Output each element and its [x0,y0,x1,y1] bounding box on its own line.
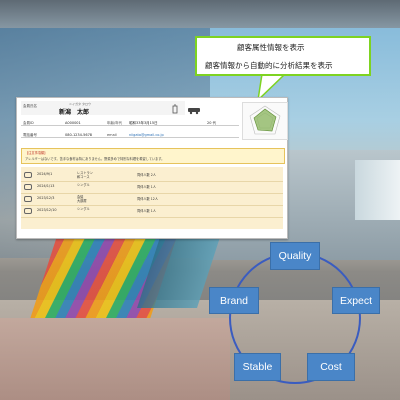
radar-chart [242,102,288,140]
notes-box: 【注意事項欄】 アレルギーはないです。苦手な食材は特にありません。野菜多めで特別… [21,148,285,164]
history-row[interactable]: 2023/12/3 会議 大部屋 同伴人数 12人 [21,194,283,206]
node-quality: Quality [270,242,320,270]
radar-area [253,108,277,132]
history-row[interactable]: 2024/9/1 レストラン 和コース 同伴人数 2人 [21,170,283,182]
history-plan: 会議 大部屋 [77,195,87,203]
profile-icons [172,104,200,115]
restaurant-icon [172,104,178,114]
history-date: 2024/1/13 [37,184,55,188]
shelter-floor [0,318,230,400]
node-brand: Brand [209,287,259,314]
member-id-value: A000001 [65,121,81,125]
birthdate-value: 昭和33年3月15日 [129,121,158,125]
history-date: 2023/12/3 [37,196,55,200]
callout-line-2: 顧客情報から自動的に分析結果を表示 [205,61,333,70]
history-plan: シングル [77,183,90,187]
email-value[interactable]: niigata@gmail.co.jp [129,133,164,137]
phone-value: 080-1234-5678 [65,133,93,137]
phone-label: 電話番号 [23,133,37,137]
history-count: 同伴人数 12人 [137,197,159,201]
history-count: 同伴人数 1人 [137,185,156,189]
history-row[interactable]: 2024/1/13 シングル 同伴人数 1人 [21,182,283,194]
bed-icon [24,184,32,190]
name-kana: ニイガタ タロウ [69,102,91,106]
shelter-roof [0,0,400,28]
name-row [21,101,185,115]
age-value: 20 代 [207,121,217,125]
visit-history: 2024/9/1 レストラン 和コース 同伴人数 2人 2024/1/13 シン… [21,167,283,229]
bus [355,160,400,220]
customer-name: 新潟 太郎 [59,109,90,116]
node-expect: Expect [332,287,380,314]
node-stable: Stable [234,353,281,381]
bed-icon [24,208,32,214]
history-plan: シングル [77,207,90,211]
car-icon [188,108,200,115]
member-id-label: 会員ID [23,121,34,125]
name-label: 会員氏名 [23,104,37,108]
node-cost: Cost [307,353,355,381]
customer-card: 会員氏名 ニイガタ タロウ 新潟 太郎 会員ID A000001 年齢/年代 昭… [16,97,288,239]
callout-box: 顧客属性情報を表示 顧客情報から自動的に分析結果を表示 [195,36,371,76]
notes-title: 【注意事項欄】 [25,151,48,155]
restaurant-icon [24,172,32,178]
history-date: 2023/12/10 [37,208,57,212]
history-plan: レストラン 和コース [77,171,93,179]
history-count: 同伴人数 2人 [137,173,156,177]
history-row[interactable]: 2023/12/10 シングル 同伴人数 1人 [21,206,283,218]
email-label: email [107,133,117,137]
meeting-icon [24,196,32,202]
notes-text: アレルギーはないです。苦手な食材は特にありません。野菜多めで特別な料理を希望して… [25,157,165,161]
history-date: 2024/9/1 [37,172,53,176]
age-label: 年齢/年代 [107,121,123,125]
callout-line-1: 顧客属性情報を表示 [237,43,305,52]
radar-svg [249,105,281,135]
history-count: 同伴人数 1人 [137,209,156,213]
